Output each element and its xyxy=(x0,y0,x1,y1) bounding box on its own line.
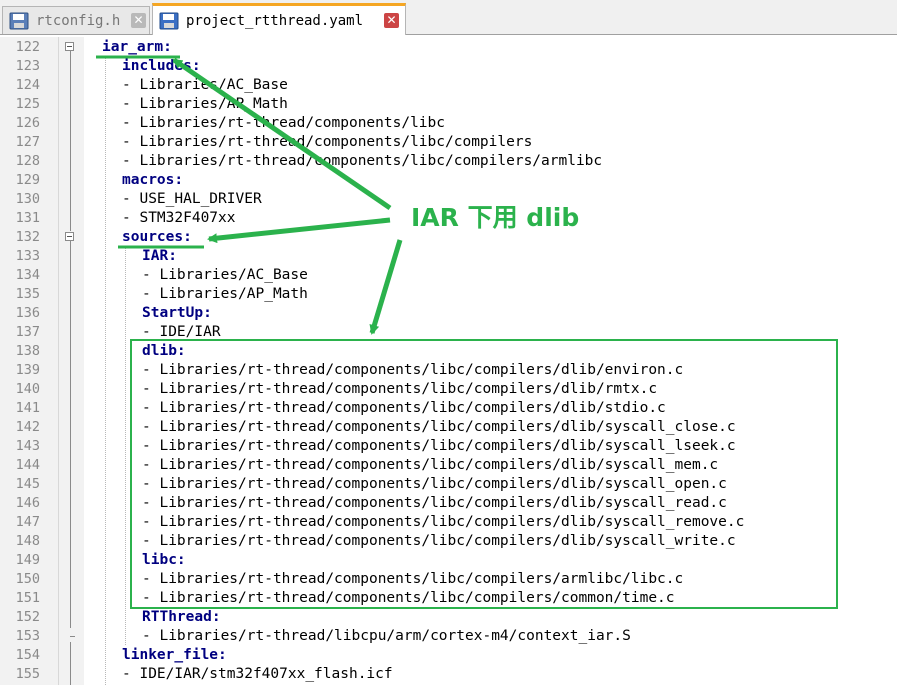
dlib-highlight-box xyxy=(130,339,838,609)
arrow-to-sources xyxy=(207,217,391,244)
arrow-to-dlib-box xyxy=(369,239,403,335)
arrow-to-iar-arm xyxy=(172,57,392,211)
annotation-label: IAR 下用 dlib xyxy=(411,203,580,232)
